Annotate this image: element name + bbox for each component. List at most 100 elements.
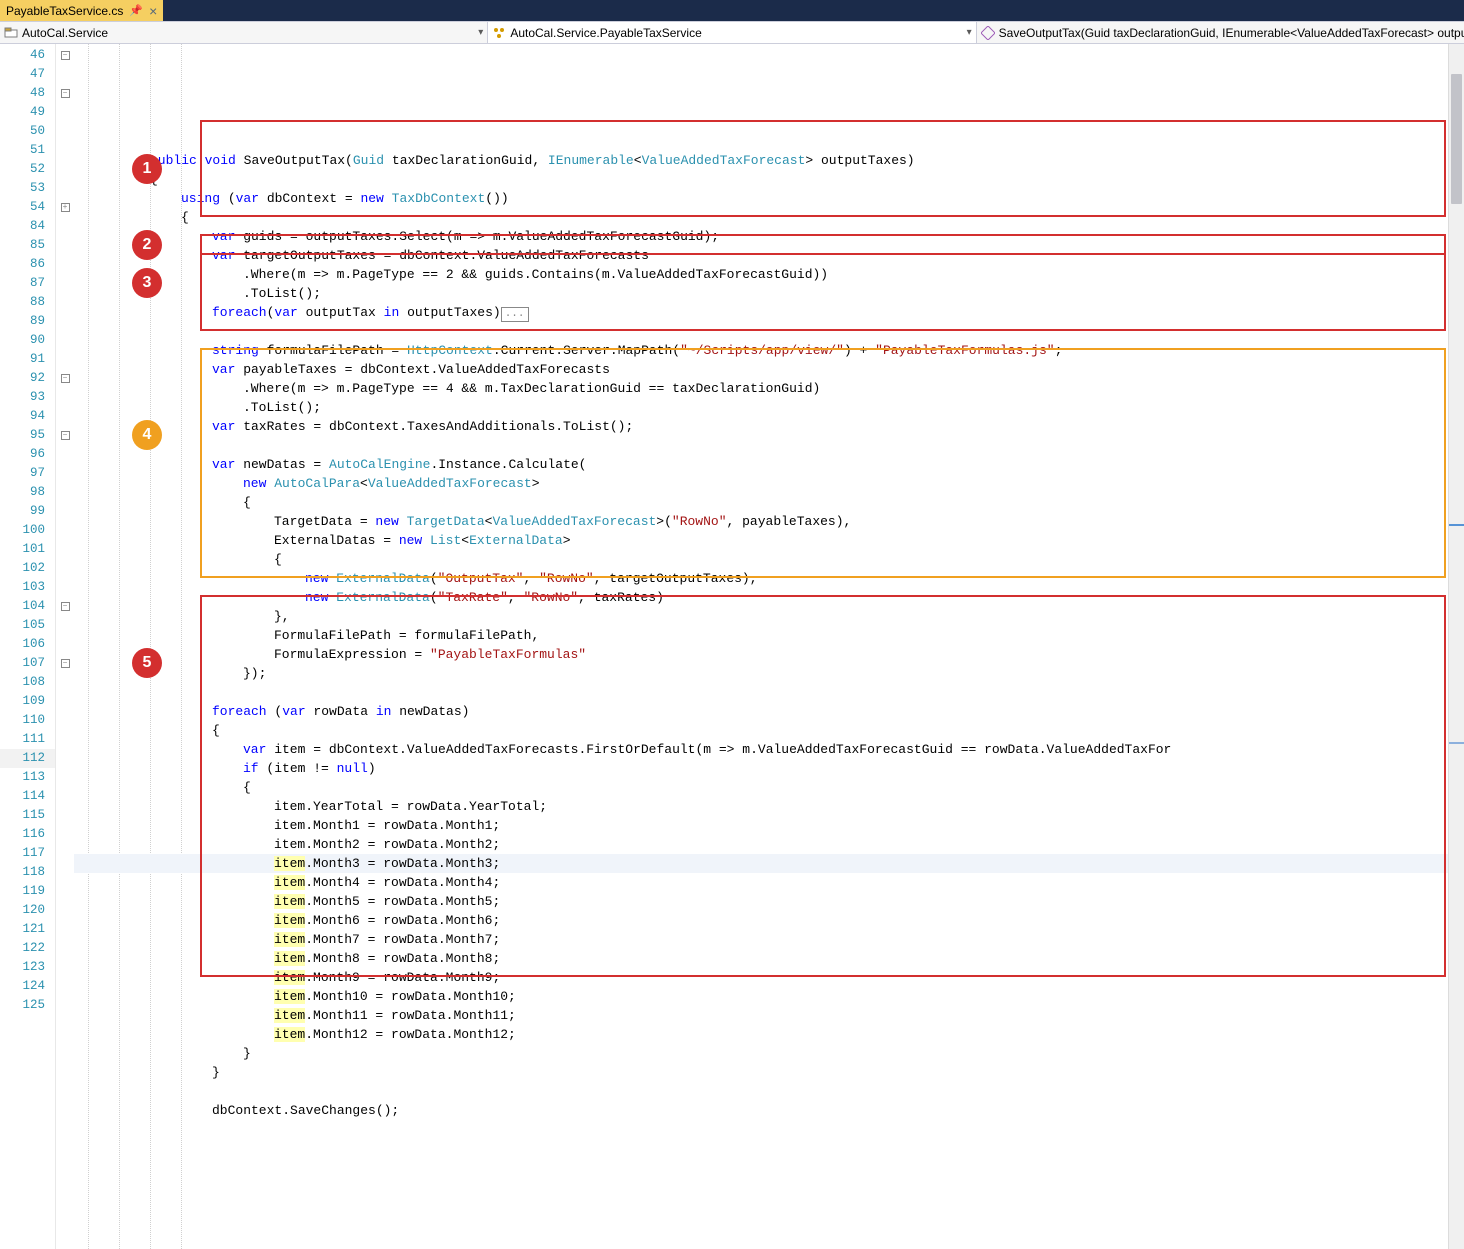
code-line[interactable]: var taxRates = dbContext.TaxesAndAdditio… bbox=[74, 417, 1464, 436]
token-str: "~/Scripts/app/view/" bbox=[680, 343, 844, 358]
token-pln: FormulaFilePath = formulaFilePath, bbox=[274, 628, 539, 643]
scrollbar-thumb[interactable] bbox=[1451, 74, 1462, 204]
code-line[interactable]: .ToList(); bbox=[74, 284, 1464, 303]
code-line[interactable]: dbContext.SaveChanges(); bbox=[74, 1101, 1464, 1120]
line-number: 86 bbox=[0, 255, 55, 274]
token-pln: ( bbox=[267, 704, 283, 719]
fold-cell bbox=[56, 559, 74, 578]
collapse-icon[interactable]: − bbox=[61, 431, 70, 440]
code-line[interactable]: public void SaveOutputTax(Guid taxDeclar… bbox=[74, 151, 1464, 170]
code-line[interactable]: { bbox=[74, 721, 1464, 740]
collapsed-region[interactable]: ... bbox=[501, 307, 529, 322]
token-type: ValueAddedTaxForecast bbox=[642, 153, 806, 168]
code-line[interactable]: }, bbox=[74, 607, 1464, 626]
code-line[interactable]: new AutoCalPara<ValueAddedTaxForecast> bbox=[74, 474, 1464, 493]
editor: 4647484950515253548485868788899091929394… bbox=[0, 44, 1464, 1249]
fold-cell bbox=[56, 711, 74, 730]
token-pln: .Month6 = rowData.Month6; bbox=[305, 913, 500, 928]
collapse-icon[interactable]: − bbox=[61, 89, 70, 98]
tab-strip: PayableTaxService.cs 📌 × bbox=[0, 0, 1464, 22]
nav-method[interactable]: SaveOutputTax(Guid taxDeclarationGuid, I… bbox=[977, 22, 1464, 43]
code-line[interactable]: using (var dbContext = new TaxDbContext(… bbox=[74, 189, 1464, 208]
code-line[interactable]: item.Month7 = rowData.Month7; bbox=[74, 930, 1464, 949]
token-str: "RowNo" bbox=[523, 590, 578, 605]
code-line[interactable]: if (item != null) bbox=[74, 759, 1464, 778]
code-line[interactable]: ExternalDatas = new List<ExternalData> bbox=[74, 531, 1464, 550]
collapse-icon[interactable]: − bbox=[61, 602, 70, 611]
nav-namespace[interactable]: AutoCal.Service ▾ bbox=[0, 22, 488, 43]
code-line[interactable]: item.Month4 = rowData.Month4; bbox=[74, 873, 1464, 892]
fold-cell[interactable]: − bbox=[56, 84, 74, 103]
code-line[interactable]: FormulaFilePath = formulaFilePath, bbox=[74, 626, 1464, 645]
collapse-icon[interactable]: − bbox=[61, 374, 70, 383]
fold-cell[interactable]: − bbox=[56, 654, 74, 673]
code-line[interactable]: item.Month11 = rowData.Month11; bbox=[74, 1006, 1464, 1025]
vertical-scrollbar[interactable] bbox=[1448, 44, 1464, 1249]
code-line[interactable]: item.Month12 = rowData.Month12; bbox=[74, 1025, 1464, 1044]
code-line[interactable]: item.Month8 = rowData.Month8; bbox=[74, 949, 1464, 968]
code-line[interactable]: } bbox=[74, 1063, 1464, 1082]
fold-column[interactable]: − − + − − − − bbox=[56, 44, 74, 1249]
code-line[interactable] bbox=[74, 436, 1464, 455]
code-line[interactable]: { bbox=[74, 170, 1464, 189]
fold-cell[interactable]: − bbox=[56, 369, 74, 388]
expand-icon[interactable]: + bbox=[61, 203, 70, 212]
code-line[interactable] bbox=[74, 1082, 1464, 1101]
nav-class[interactable]: AutoCal.Service.PayableTaxService ▾ bbox=[488, 22, 976, 43]
code-line[interactable]: item.Month6 = rowData.Month6; bbox=[74, 911, 1464, 930]
code-line[interactable]: .ToList(); bbox=[74, 398, 1464, 417]
code-line[interactable]: item.YearTotal = rowData.YearTotal; bbox=[74, 797, 1464, 816]
code-line[interactable]: FormulaExpression = "PayableTaxFormulas" bbox=[74, 645, 1464, 664]
code-line[interactable]: item.Month10 = rowData.Month10; bbox=[74, 987, 1464, 1006]
code-line[interactable]: { bbox=[74, 208, 1464, 227]
code-line[interactable]: }); bbox=[74, 664, 1464, 683]
code-line[interactable]: { bbox=[74, 550, 1464, 569]
code-line[interactable]: string formulaFilePath = HttpContext.Cur… bbox=[74, 341, 1464, 360]
pin-icon[interactable]: 📌 bbox=[129, 4, 143, 17]
code-line[interactable]: foreach (var rowData in newDatas) bbox=[74, 702, 1464, 721]
code-line[interactable]: var targetOutputTaxes = dbContext.ValueA… bbox=[74, 246, 1464, 265]
code-line[interactable]: var guids = outputTaxes.Select(m => m.Va… bbox=[74, 227, 1464, 246]
token-kw: public bbox=[150, 153, 197, 168]
token-pln: , taxRates) bbox=[578, 590, 664, 605]
line-number: 119 bbox=[0, 882, 55, 901]
code-line[interactable]: foreach(var outputTax in outputTaxes)... bbox=[74, 303, 1464, 322]
token-pln: { bbox=[243, 495, 251, 510]
fold-cell[interactable]: − bbox=[56, 46, 74, 65]
code-line[interactable]: item.Month1 = rowData.Month1; bbox=[74, 816, 1464, 835]
token-kw: var bbox=[236, 191, 259, 206]
code-line[interactable]: var newDatas = AutoCalEngine.Instance.Ca… bbox=[74, 455, 1464, 474]
code-line[interactable]: } bbox=[74, 1044, 1464, 1063]
code-line[interactable]: { bbox=[74, 493, 1464, 512]
token-type: AutoCalPara bbox=[274, 476, 360, 491]
collapse-icon[interactable]: − bbox=[61, 51, 70, 60]
fold-cell[interactable]: − bbox=[56, 426, 74, 445]
collapse-icon[interactable]: − bbox=[61, 659, 70, 668]
token-pln: .Month8 = rowData.Month8; bbox=[305, 951, 500, 966]
code-line[interactable] bbox=[74, 683, 1464, 702]
code-line[interactable] bbox=[74, 322, 1464, 341]
code-line[interactable]: new ExternalData("TaxRate", "RowNo", tax… bbox=[74, 588, 1464, 607]
code-line[interactable]: item.Month5 = rowData.Month5; bbox=[74, 892, 1464, 911]
fold-cell bbox=[56, 388, 74, 407]
file-tab[interactable]: PayableTaxService.cs 📌 × bbox=[0, 0, 163, 21]
code-area[interactable]: public void SaveOutputTax(Guid taxDeclar… bbox=[74, 44, 1464, 1249]
code-line[interactable]: .Where(m => m.PageType == 2 && guids.Con… bbox=[74, 265, 1464, 284]
code-line[interactable]: item.Month3 = rowData.Month3; bbox=[74, 854, 1464, 873]
token-kw: var bbox=[212, 362, 235, 377]
code-line[interactable]: new ExternalData("OutputTax", "RowNo", t… bbox=[74, 569, 1464, 588]
fold-cell[interactable]: − bbox=[56, 597, 74, 616]
chevron-down-icon: ▾ bbox=[478, 27, 483, 38]
token-pln: }); bbox=[243, 666, 266, 681]
code-line[interactable]: var item = dbContext.ValueAddedTaxForeca… bbox=[74, 740, 1464, 759]
close-icon[interactable]: × bbox=[149, 3, 157, 19]
code-line[interactable]: .Where(m => m.PageType == 4 && m.TaxDecl… bbox=[74, 379, 1464, 398]
code-line[interactable]: TargetData = new TargetData<ValueAddedTa… bbox=[74, 512, 1464, 531]
code-line[interactable]: item.Month9 = rowData.Month9; bbox=[74, 968, 1464, 987]
code-line[interactable]: var payableTaxes = dbContext.ValueAddedT… bbox=[74, 360, 1464, 379]
fold-cell bbox=[56, 217, 74, 236]
code-line[interactable]: item.Month2 = rowData.Month2; bbox=[74, 835, 1464, 854]
fold-cell[interactable]: + bbox=[56, 198, 74, 217]
code-line[interactable]: { bbox=[74, 778, 1464, 797]
scrollbar-mark bbox=[1449, 524, 1464, 526]
